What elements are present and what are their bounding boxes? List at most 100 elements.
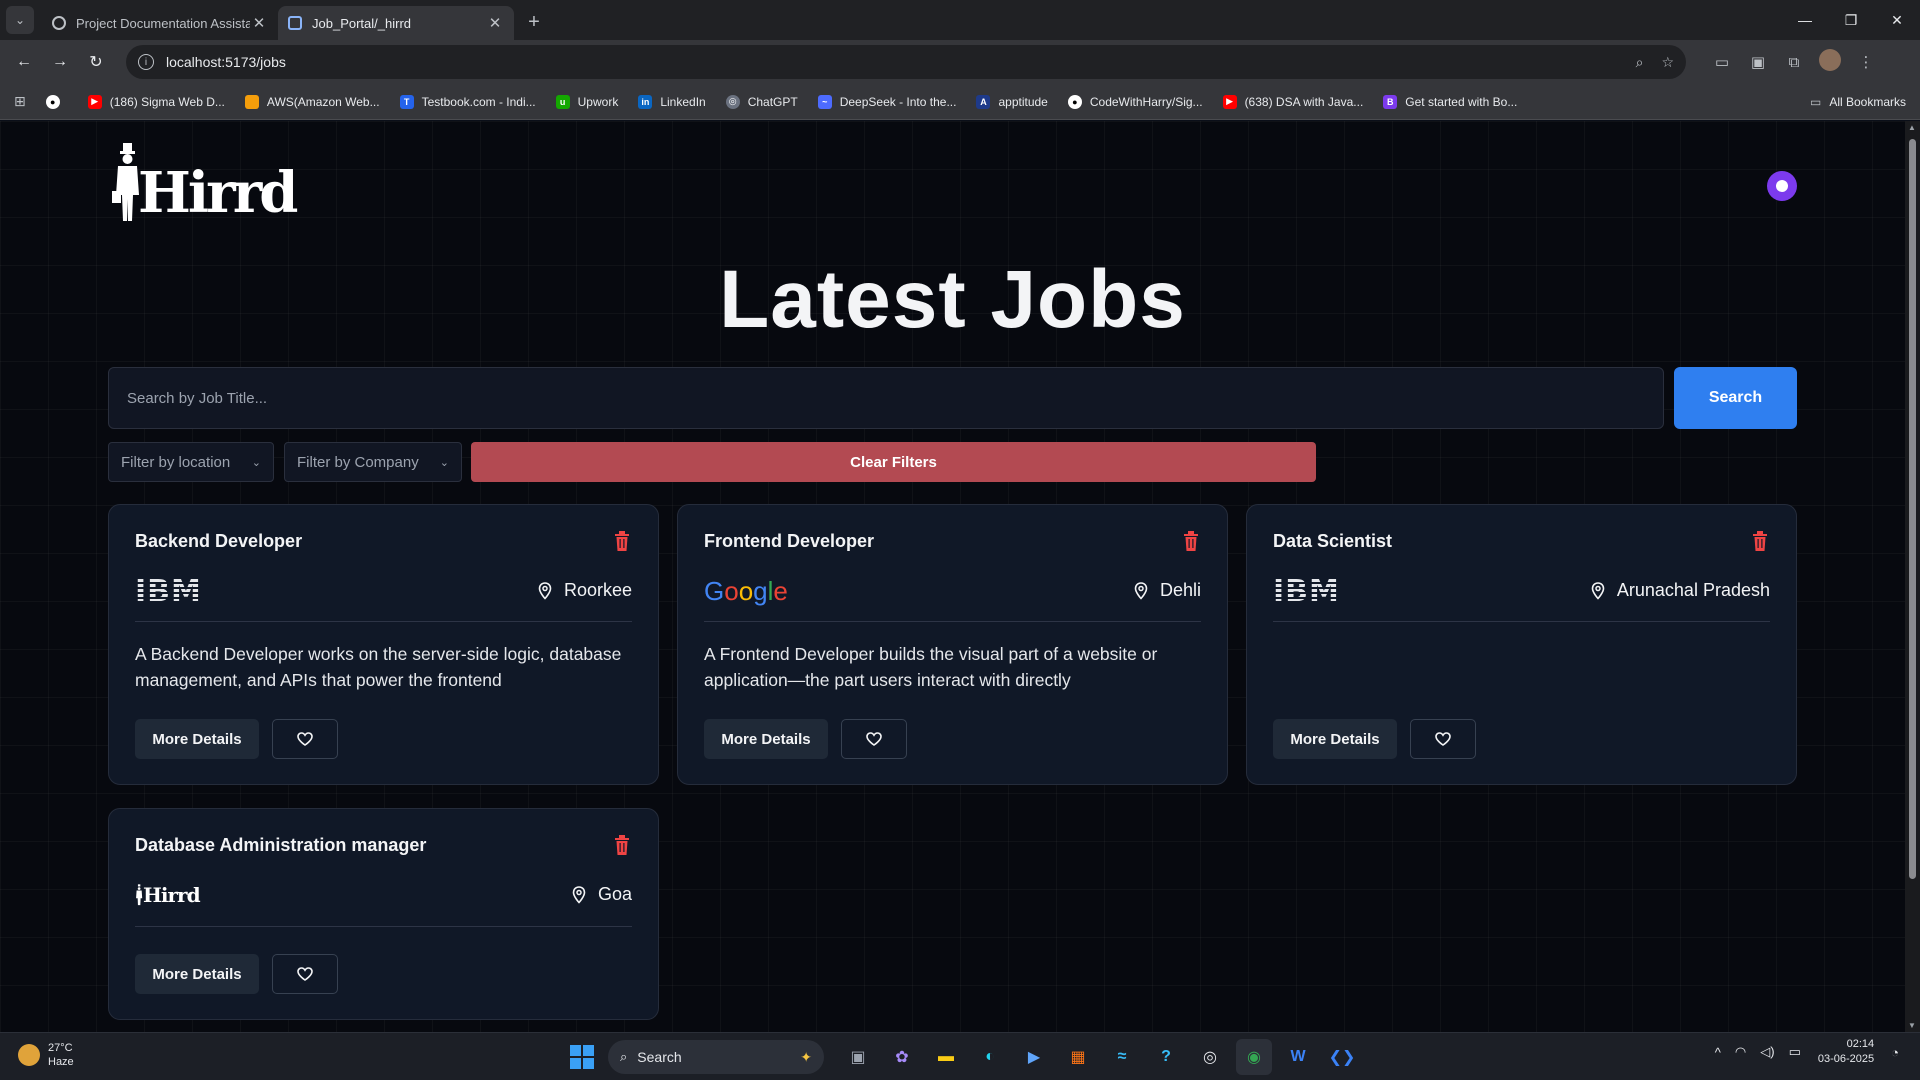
save-job-button[interactable] <box>272 954 338 994</box>
clear-filters-button[interactable]: Clear Filters <box>471 442 1316 482</box>
more-details-button[interactable]: More Details <box>135 719 259 759</box>
bookmark-item[interactable]: T Testbook.com - Indi... <box>399 94 536 109</box>
app-logo[interactable]: Hirrd <box>112 143 298 223</box>
taskbar-search[interactable]: ⌕ Search ✦ <box>608 1040 824 1074</box>
app-icon[interactable]: ▶ <box>1016 1039 1052 1075</box>
bookmark-label: Testbook.com - Indi... <box>421 94 536 109</box>
clock[interactable]: 02:14 03-06-2025 <box>1818 1037 1874 1067</box>
chatgpt-app-icon[interactable]: ◎ <box>1192 1039 1228 1075</box>
reload-icon[interactable]: ↻ <box>80 46 112 78</box>
job-search-input[interactable] <box>108 367 1664 429</box>
job-card: Database Administration manager Hirrd Go… <box>108 808 659 1020</box>
forward-arrow-icon[interactable]: → <box>44 46 76 78</box>
browser-tab[interactable]: Project Documentation Assistan ✕ <box>42 6 278 40</box>
notification-bell-icon[interactable]: ◔ <box>1891 1045 1899 1060</box>
bookmark-item[interactable]: ◎ ChatGPT <box>725 94 798 109</box>
more-menu-icon[interactable]: ⋮ <box>1848 53 1884 71</box>
save-job-button[interactable] <box>841 719 907 759</box>
weather-widget[interactable]: 27°C Haze <box>18 1041 74 1069</box>
extension-icon[interactable]: ▣ <box>1740 53 1776 71</box>
bookmark-star-icon[interactable]: ☆ <box>1661 54 1674 71</box>
user-avatar[interactable] <box>1767 171 1797 201</box>
more-details-button[interactable]: More Details <box>704 719 828 759</box>
tab-search-button[interactable]: ⌄ <box>6 6 34 34</box>
bookmark-item[interactable]: ● CodeWithHarry/Sig... <box>1067 94 1203 109</box>
github-icon: ● <box>45 94 60 109</box>
wifi-icon[interactable]: ◠ <box>1735 1044 1746 1060</box>
close-tab-icon[interactable]: ✕ <box>486 14 504 32</box>
browser-tab-active[interactable]: Job_Portal/_hirrd ✕ <box>278 6 514 40</box>
extensions-puzzle-icon[interactable]: ⧉ <box>1776 54 1812 71</box>
company-logo: Google <box>704 575 788 607</box>
trash-icon[interactable] <box>1183 531 1199 551</box>
search-button[interactable]: Search <box>1674 367 1797 429</box>
back-arrow-icon[interactable]: ← <box>8 46 40 78</box>
word-icon[interactable]: W <box>1280 1039 1316 1075</box>
copilot-icon[interactable]: ✿ <box>884 1039 920 1075</box>
scroll-up-icon[interactable]: ▲ <box>1908 123 1916 132</box>
job-card: Backend Developer IBM Roorkee A Backend … <box>108 504 659 785</box>
trash-icon[interactable] <box>614 531 630 551</box>
file-explorer-icon[interactable]: ▬ <box>928 1039 964 1075</box>
job-location: Roorkee <box>538 580 632 601</box>
minimize-icon[interactable]: — <box>1782 0 1828 40</box>
page-content: Hirrd Latest Jobs Search Filter by locat… <box>0 121 1905 1032</box>
bookmark-label: Get started with Bo... <box>1405 94 1518 109</box>
new-tab-button[interactable]: + <box>520 8 548 36</box>
bookmark-item[interactable]: u Upwork <box>555 94 618 109</box>
volume-icon[interactable]: ◁) <box>1760 1044 1774 1060</box>
help-icon[interactable]: ? <box>1148 1039 1184 1075</box>
bookmark-item[interactable]: B Get started with Bo... <box>1383 94 1518 109</box>
apps-grid-icon[interactable]: ⊞ <box>14 93 26 110</box>
more-details-button[interactable]: More Details <box>135 954 259 994</box>
clock-date: 03-06-2025 <box>1817 1053 1875 1065</box>
edge-icon[interactable]: ◐ <box>972 1039 1008 1075</box>
close-tab-icon[interactable]: ✕ <box>250 14 268 32</box>
url-text[interactable]: localhost:5173/jobs <box>166 54 1618 70</box>
bookmark-item[interactable]: ~ DeepSeek - Into the... <box>817 94 957 109</box>
bookmark-item[interactable]: Aapptitude <box>976 94 1048 109</box>
mysql-icon[interactable]: ≈ <box>1104 1039 1140 1075</box>
chrome-icon[interactable]: ◉ <box>1236 1039 1272 1075</box>
bookmark-item[interactable]: AWS(Amazon Web... <box>244 94 380 109</box>
chevron-up-icon[interactable]: ^ <box>1715 1045 1721 1060</box>
save-job-button[interactable] <box>1410 719 1476 759</box>
more-details-button[interactable]: More Details <box>1273 719 1397 759</box>
scrollbar-thumb[interactable] <box>1909 139 1916 879</box>
job-card: Frontend Developer Google Dehli A Fronte… <box>677 504 1228 785</box>
trash-icon[interactable] <box>1752 531 1768 551</box>
youtube-icon: ▶ <box>1222 94 1237 109</box>
bookmark-item[interactable]: ▶ (638) DSA with Java... <box>1222 94 1364 109</box>
bookmark-label: apptitude <box>998 94 1048 109</box>
bookmark-github[interactable]: ● <box>45 94 68 109</box>
bookmark-label: (186) Sigma Web D... <box>109 94 225 109</box>
store-icon[interactable]: ▦ <box>1060 1039 1096 1075</box>
battery-icon[interactable]: ▭ <box>1789 1044 1801 1060</box>
company-filter-select[interactable]: Filter by Company ⌄ <box>284 442 462 482</box>
bookmark-label: (638) DSA with Java... <box>1244 94 1364 109</box>
windows-start-icon[interactable] <box>570 1045 594 1069</box>
scroll-down-icon[interactable]: ▼ <box>1908 1021 1916 1030</box>
restore-icon[interactable]: ❐ <box>1828 0 1874 40</box>
trash-icon[interactable] <box>614 835 630 855</box>
location-filter-select[interactable]: Filter by location ⌄ <box>108 442 274 482</box>
location-filter-label: Filter by location <box>121 453 231 471</box>
page-title: Latest Jobs <box>719 254 1186 345</box>
address-bar[interactable]: i localhost:5173/jobs ⌕ ☆ <box>126 45 1686 79</box>
card-divider <box>1273 621 1770 622</box>
all-bookmarks[interactable]: ▭ All Bookmarks <box>1810 84 1906 120</box>
cast-icon[interactable]: ▭ <box>1704 53 1740 71</box>
bookmark-item[interactable]: in LinkedIn <box>638 94 706 109</box>
bookmark-item[interactable]: ▶ (186) Sigma Web D... <box>87 94 225 109</box>
vscode-icon[interactable]: ❮❯ <box>1324 1039 1360 1075</box>
close-window-icon[interactable]: ✕ <box>1874 0 1920 40</box>
profile-icon[interactable] <box>1812 49 1848 75</box>
task-view-icon[interactable]: ▣ <box>840 1039 876 1075</box>
browser-toolbar: ← → ↻ i localhost:5173/jobs ⌕ ☆ ▭ ▣ ⧉ ⋮ <box>0 40 1920 84</box>
site-info-icon[interactable]: i <box>138 54 154 70</box>
page-scrollbar[interactable]: ▲ ▼ <box>1905 121 1920 1032</box>
bookmark-label: DeepSeek - Into the... <box>839 94 957 109</box>
save-job-button[interactable] <box>272 719 338 759</box>
zoom-icon[interactable]: ⌕ <box>1636 54 1644 71</box>
all-bookmarks-label: All Bookmarks <box>1829 95 1906 109</box>
